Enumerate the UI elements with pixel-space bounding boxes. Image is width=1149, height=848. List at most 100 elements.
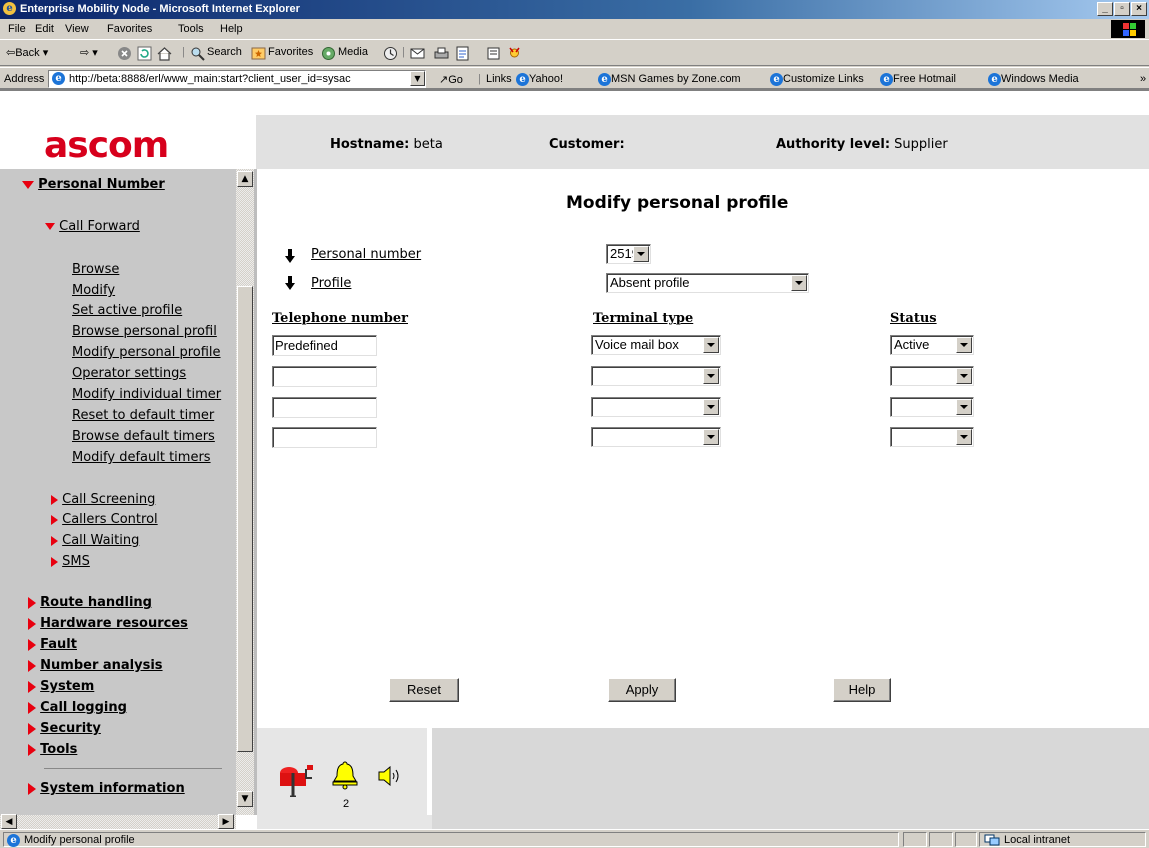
sidebar-item-route-handling[interactable]: Route handling [28, 595, 152, 610]
telephone-input[interactable] [272, 427, 377, 448]
menu-file[interactable]: File [8, 23, 26, 35]
sidebar-item-personal-number[interactable]: Personal Number [22, 177, 165, 192]
home-icon[interactable] [157, 46, 172, 61]
sidebar-item-system[interactable]: System [28, 679, 94, 694]
sidebar-item-reset-default-timer[interactable]: Reset to default timer [72, 408, 214, 423]
menu-help[interactable]: Help [220, 23, 243, 35]
personal-number-label[interactable]: Personal number [311, 247, 421, 262]
reset-button[interactable]: Reset [389, 678, 459, 702]
authority-field: Authority level: Supplier [776, 137, 948, 152]
sidebar-item-label[interactable]: Personal Number [38, 177, 165, 192]
edit-icon[interactable] [455, 46, 470, 61]
back-button[interactable]: ⇦Back ▾ [6, 46, 48, 59]
menu-tools[interactable]: Tools [178, 23, 204, 35]
terminal-type-select[interactable] [591, 366, 721, 386]
mailbox-icon[interactable] [277, 755, 319, 797]
terminal-type-select[interactable] [591, 397, 721, 417]
close-button[interactable]: × [1131, 2, 1147, 16]
sidebar-item-number-analysis[interactable]: Number analysis [28, 658, 163, 673]
sidebar-item-modify-individual-timer[interactable]: Modify individual timer [72, 387, 221, 402]
dropdown-arrow-icon [956, 399, 972, 415]
history-icon[interactable] [383, 46, 398, 61]
telephone-input[interactable] [272, 366, 377, 387]
go-button[interactable]: ↗Go [439, 73, 463, 86]
telephone-input[interactable] [272, 397, 377, 418]
terminal-type-select[interactable] [591, 427, 721, 447]
sidebar-item-modify[interactable]: Modify [72, 283, 115, 298]
search-button[interactable]: Search [207, 46, 242, 58]
menu-favorites[interactable]: Favorites [107, 23, 152, 35]
media-icon[interactable] [321, 46, 336, 61]
sidebar-horizontal-scrollbar[interactable]: ◀ ▶ [0, 814, 236, 829]
bell-alarm-icon[interactable] [332, 760, 358, 790]
dropdown-arrow-icon [703, 399, 719, 415]
media-button[interactable]: Media [338, 46, 368, 58]
address-url: http://beta:8888/erl/www_main:start?clie… [69, 73, 351, 85]
status-select[interactable] [890, 366, 974, 386]
sidebar-item-security[interactable]: Security [28, 721, 101, 736]
profile-label[interactable]: Profile [311, 276, 351, 291]
dropdown-arrow-icon [956, 429, 972, 445]
refresh-icon[interactable] [137, 46, 152, 61]
dropdown-arrow-icon [791, 275, 807, 291]
sidebar-item-modify-personal-profile[interactable]: Modify personal profile [72, 345, 221, 360]
stop-icon[interactable] [117, 46, 132, 61]
sidebar-item-call-waiting[interactable]: Call Waiting [51, 533, 139, 548]
link-free-hotmail[interactable]: e Free Hotmail [880, 73, 956, 86]
favorites-button[interactable]: Favorites [268, 46, 313, 58]
sidebar-item-call-logging[interactable]: Call logging [28, 700, 127, 715]
customer-field: Customer: [549, 137, 625, 152]
mail-icon[interactable] [410, 46, 425, 61]
print-icon[interactable] [434, 46, 449, 61]
profile-select[interactable]: Absent profile [606, 273, 809, 293]
links-overflow-icon[interactable]: » [1140, 73, 1146, 85]
forward-button[interactable]: ⇨ ▾ [80, 46, 98, 59]
menu-view[interactable]: View [65, 23, 89, 35]
telephone-input[interactable]: Predefined [272, 335, 377, 356]
address-dropdown-button[interactable]: ▼ [410, 71, 425, 86]
sidebar-item-browse[interactable]: Browse [72, 262, 119, 277]
link-windows-media[interactable]: e Windows Media [988, 73, 1079, 86]
logo-cell: ascom [0, 115, 256, 169]
apply-button[interactable]: Apply [608, 678, 676, 702]
sidebar-item-browse-personal-profile[interactable]: Browse personal profil [72, 324, 217, 339]
sidebar-item-modify-default-timers[interactable]: Modify default timers [72, 450, 211, 465]
sidebar-item-set-active-profile[interactable]: Set active profile [72, 303, 182, 318]
sidebar-item-operator-settings[interactable]: Operator settings [72, 366, 186, 381]
speaker-icon[interactable] [377, 766, 403, 786]
sidebar-item-hardware-resources[interactable]: Hardware resources [28, 616, 188, 631]
favorites-icon[interactable] [251, 46, 266, 61]
help-button[interactable]: Help [833, 678, 891, 702]
sidebar-item-tools[interactable]: Tools [28, 742, 77, 757]
link-customize-links[interactable]: e Customize Links [770, 73, 864, 86]
address-input[interactable]: e http://beta:8888/erl/www_main:start?cl… [48, 70, 426, 88]
sidebar-vertical-scrollbar[interactable]: ▲ ▼ [236, 169, 254, 815]
status-select[interactable] [890, 397, 974, 417]
sidebar-item-fault[interactable]: Fault [28, 637, 77, 652]
sidebar-item-sms[interactable]: SMS [51, 554, 90, 569]
messenger-icon[interactable] [507, 46, 522, 61]
scroll-up-button[interactable]: ▲ [237, 171, 253, 187]
menu-edit[interactable]: Edit [35, 23, 54, 35]
page-icon: e [52, 72, 65, 85]
sidebar-item-callers-control[interactable]: Callers Control [51, 512, 158, 527]
discuss-icon[interactable] [486, 46, 501, 61]
sidebar-item-label[interactable]: Call Forward [59, 219, 140, 234]
search-icon[interactable] [190, 46, 205, 61]
scroll-right-button[interactable]: ▶ [218, 814, 234, 829]
scroll-left-button[interactable]: ◀ [1, 814, 17, 829]
link-msn-games[interactable]: e MSN Games by Zone.com [598, 73, 741, 86]
link-yahoo[interactable]: e Yahoo! [516, 73, 563, 86]
sidebar-item-browse-default-timers[interactable]: Browse default timers [72, 429, 215, 444]
status-select[interactable]: Active [890, 335, 974, 355]
terminal-type-select[interactable]: Voice mail box [591, 335, 721, 355]
scroll-down-button[interactable]: ▼ [237, 791, 253, 807]
sidebar-item-call-forward[interactable]: Call Forward [45, 219, 140, 234]
scroll-thumb[interactable] [237, 286, 253, 752]
sidebar-item-system-information[interactable]: System information [28, 781, 185, 796]
personal-number-select[interactable]: 2519 [606, 244, 651, 264]
status-select[interactable] [890, 427, 974, 447]
sidebar-item-call-screening[interactable]: Call Screening [51, 492, 155, 507]
maximize-button[interactable]: ▫ [1114, 2, 1130, 16]
minimize-button[interactable]: _ [1097, 2, 1113, 16]
